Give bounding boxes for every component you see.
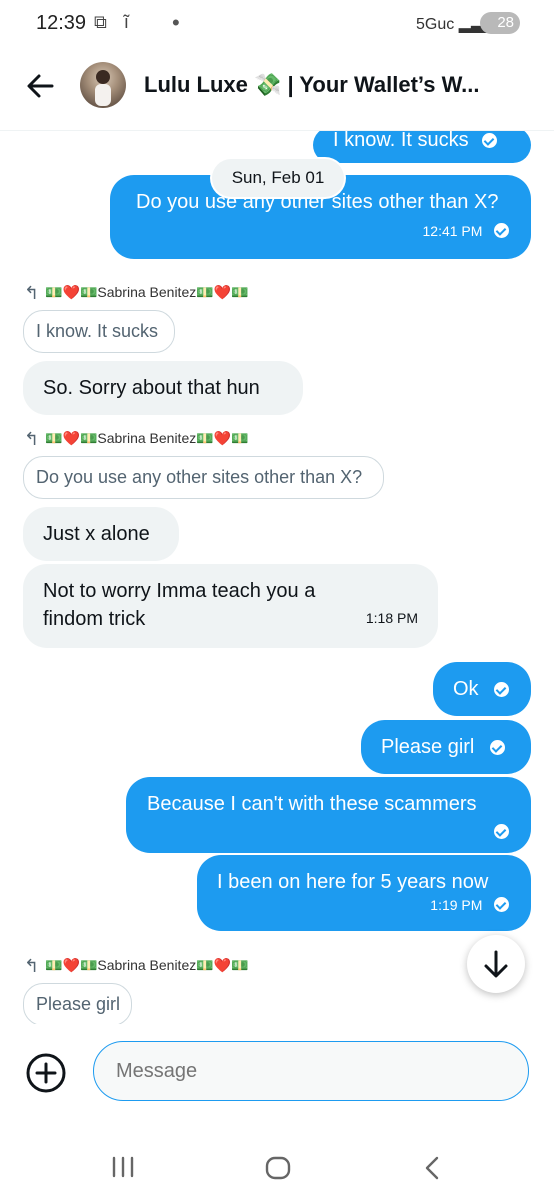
message-bubble[interactable]: Please girl [361,720,531,774]
composer [0,1024,554,1124]
read-check-icon [482,133,498,149]
message-bubble[interactable]: Not to worry Imma teach you a findom tri… [23,564,438,648]
recents-icon[interactable] [110,1156,136,1178]
avatar[interactable] [80,62,126,108]
nav-back-icon[interactable] [421,1155,443,1181]
add-attachment-button[interactable] [25,1052,67,1094]
status-bar: 12:39 ⧉ ĩ • 5Guc ▂▃▅ 28 [0,0,554,50]
message-meta: 12:41 PM [422,216,509,245]
read-check-icon [494,682,510,698]
read-check-icon [494,824,509,839]
reply-sender: 💵❤️💵Sabrina Benitez💵❤️💵 [45,957,249,974]
message-time: 12:41 PM [422,223,483,239]
message-bubble[interactable]: I been on here for 5 years now 1:19 PM [197,855,531,931]
message-bubble[interactable]: Because I can't with these scammers [126,777,531,853]
message-text: Not to worry Imma teach you a findom tri… [43,580,316,630]
quoted-message[interactable]: Please girl [23,983,132,1024]
status-dot-icon: • [172,10,180,35]
reply-context: ↰ 💵❤️💵Sabrina Benitez💵❤️💵 [24,429,249,450]
message-text: So. Sorry about that hun [43,377,260,399]
message-bubble[interactable]: Just x alone [23,507,179,561]
message-text: I been on here for 5 years now [217,871,489,893]
read-check-icon [494,897,509,913]
message-bubble[interactable]: So. Sorry about that hun [23,361,303,415]
home-icon[interactable] [265,1156,291,1180]
message-bubble[interactable]: Ok [433,662,531,716]
back-arrow-icon [27,74,54,98]
message-time: 1:18 PM [365,610,418,626]
message-text: Just x alone [43,523,150,545]
arrow-down-icon [484,950,508,978]
message-text: I know. It sucks [333,131,469,151]
battery-indicator: 28 [480,12,520,34]
read-check-icon [494,223,509,239]
reply-context: ↰ 💵❤️💵Sabrina Benitez💵❤️💵 [24,283,249,304]
message-text: Please girl [381,736,475,758]
system-nav-bar [0,1130,554,1200]
status-notification-icons: ⧉ ĩ [94,12,135,32]
add-circle-icon [26,1053,66,1093]
message-bubble[interactable]: I know. It sucks [313,131,531,163]
read-check-icon [489,740,505,756]
reply-sender: 💵❤️💵Sabrina Benitez💵❤️💵 [45,284,249,301]
message-text: Ok [453,678,479,700]
message-list[interactable]: I know. It sucks Do you use any other si… [0,131,554,1024]
network-label: 5Guc [416,16,455,33]
quoted-message[interactable]: I know. It sucks [23,310,175,353]
reply-context: ↰ 💵❤️💵Sabrina Benitez💵❤️💵 [24,956,249,977]
reply-icon: ↰ [24,956,40,976]
back-button[interactable] [22,66,62,106]
battery-level: 28 [497,14,514,31]
reply-icon: ↰ [24,283,40,303]
conversation-header: Lulu Luxe 💸 | Your Wallet’s W... [0,50,554,131]
date-separator: Sun, Feb 01 [212,159,344,197]
message-time: 1:19 PM [430,897,483,913]
reply-icon: ↰ [24,429,40,449]
message-input[interactable] [93,1041,529,1101]
avatar-image [95,70,111,106]
message-text: Because I can't with these scammers [147,793,477,815]
status-time: 12:39 [36,12,87,34]
reply-sender: 💵❤️💵Sabrina Benitez💵❤️💵 [45,430,249,447]
message-meta: 1:19 PM [430,891,509,918]
scroll-to-bottom-button[interactable] [467,935,525,993]
conversation-title[interactable]: Lulu Luxe 💸 | Your Wallet’s W... [144,72,479,98]
quoted-message[interactable]: Do you use any other sites other than X? [23,456,384,499]
